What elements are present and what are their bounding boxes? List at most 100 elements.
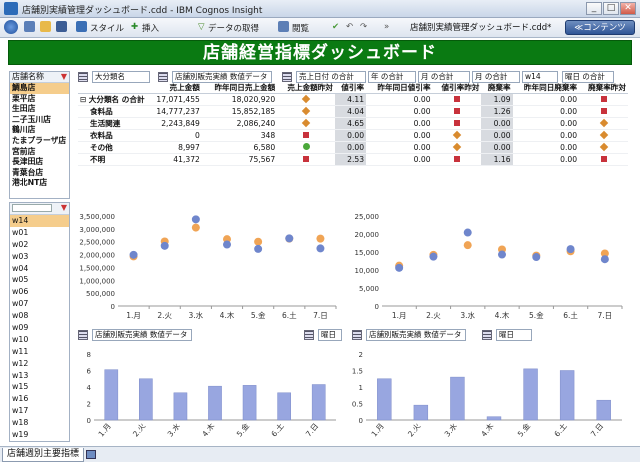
store-list-item[interactable]: 鶴川店 (10, 125, 69, 136)
column-header[interactable]: 昨年同日値引率 (366, 82, 433, 94)
store-list-item[interactable]: 青葉台店 (10, 168, 69, 179)
week-list-item[interactable]: w16 (10, 393, 69, 405)
maximize-button[interactable]: □ (603, 2, 619, 15)
measure-box[interactable]: 店舗別販売実績 数値データ (366, 329, 466, 341)
week-list-item[interactable]: w06 (10, 286, 69, 298)
row-label[interactable]: 生活関連 (78, 117, 147, 130)
week-list-item[interactable]: w18 (10, 417, 69, 429)
store-list-item[interactable]: 生田店 (10, 104, 69, 115)
grid-icon[interactable] (282, 72, 292, 82)
bottom-left-filter-bar: 店舗別販売実績 数値データ 曜日 (78, 328, 344, 342)
week-list-item[interactable]: w15 (10, 381, 69, 393)
column-header[interactable]: 廃棄率昨対 (579, 82, 628, 94)
week-list-item[interactable]: w08 (10, 310, 69, 322)
measure-box[interactable]: 店舗別販売実績 数値データ (92, 329, 192, 341)
week-list-item[interactable]: w02 (10, 239, 69, 251)
sheet-tab[interactable]: 店舗週別主要指標 (2, 448, 85, 462)
week-list-item[interactable]: w13 (10, 370, 69, 382)
insert-menu[interactable]: 挿入 (142, 22, 159, 34)
minimize-button[interactable]: _ (586, 2, 602, 15)
grid-icon[interactable] (78, 330, 88, 340)
week-list-item[interactable]: w01 (10, 227, 69, 239)
grid-icon[interactable] (304, 330, 314, 340)
column-header[interactable]: 値引率 (334, 82, 367, 94)
filter-icon[interactable]: ▼ (61, 72, 69, 82)
grid-icon[interactable] (352, 330, 362, 340)
week-list-item[interactable]: w11 (10, 346, 69, 358)
browse-menu[interactable]: 閲覧 (292, 22, 309, 34)
check-icon[interactable]: ✔ (332, 22, 339, 32)
y-tick-label: 2 (87, 401, 91, 409)
weekday-box[interactable]: 曜日 (496, 329, 532, 341)
y-tick-label: 1,000,000 (79, 277, 115, 285)
y-tick-label: 0.5 (352, 401, 363, 409)
row-label[interactable]: 衣料品 (78, 129, 147, 142)
data-point (463, 241, 472, 250)
table-row[interactable]: 不明 41,372 75,567 2.53 0.00 1.16 0.00 (78, 153, 628, 166)
weekday-box[interactable]: 曜日 (318, 329, 342, 341)
new-icon[interactable] (24, 21, 35, 32)
collapse-icon[interactable]: ⊟ (80, 95, 89, 104)
grid-icon[interactable] (158, 72, 168, 82)
week-list-item[interactable]: w09 (10, 322, 69, 334)
open-folder-icon[interactable] (40, 21, 51, 32)
column-header[interactable]: 値引率昨対 (432, 82, 482, 94)
column-header[interactable]: 売上金額 (146, 82, 202, 94)
close-button[interactable]: ✕ (620, 2, 636, 15)
waste-cell: 0.00 (481, 141, 513, 154)
row-label[interactable]: 不明 (78, 153, 147, 166)
week-search-input[interactable] (12, 203, 52, 212)
table-row[interactable]: 食料品 14,777,237 15,852,185 4.04 0.00 1.26 0.00 (78, 105, 628, 118)
grid-icon[interactable] (482, 330, 492, 340)
style-menu[interactable]: スタイル (90, 22, 124, 34)
row-label[interactable]: 食料品 (78, 105, 147, 118)
app-menu-icon[interactable] (4, 20, 18, 34)
store-list-item[interactable]: 二子玉川店 (10, 115, 69, 126)
column-header[interactable]: 昨年同日売上金額 (201, 82, 278, 94)
diamond-indicator-icon (599, 130, 608, 140)
week-list-item[interactable]: w03 (10, 251, 69, 263)
sales-yoy-cell (277, 105, 335, 118)
grid-icon[interactable] (78, 72, 88, 82)
column-header[interactable]: 廃棄率 (481, 82, 513, 94)
add-sheet-icon[interactable] (86, 450, 96, 459)
get-data-menu[interactable]: データの取得 (208, 22, 259, 34)
left-bar-chart: 8 6 4 2 0 1.月 2.火 3.水 4.木 5.金 6.土 7.日 (87, 351, 336, 439)
diamond-indicator-icon (301, 118, 311, 128)
save-icon[interactable] (56, 21, 67, 32)
week-list-item[interactable]: w12 (10, 358, 69, 370)
week-list-item[interactable]: w05 (10, 274, 69, 286)
undo-icon[interactable]: ↶ (346, 22, 353, 32)
filter-icon[interactable]: ▼ (61, 203, 69, 213)
week-list-item[interactable]: w04 (10, 263, 69, 275)
x-tick-label: 4.木 (220, 310, 235, 320)
row-label-text: 衣料品 (90, 131, 113, 140)
table-row[interactable]: 衣料品 0 348 0.00 0.00 0.00 0.00 (78, 129, 628, 142)
content-button[interactable]: ≪コンテンツ (565, 20, 635, 35)
row-label[interactable]: ⊟ 大分類名 の合計 (78, 93, 147, 106)
column-header[interactable]: 昨年同日廃棄率 (512, 82, 580, 94)
table-row[interactable]: 生活関連 2,243,849 2,086,240 4.65 0.00 0.00 0.00 (78, 117, 628, 130)
week-list-item[interactable]: w07 (10, 298, 69, 310)
week-list-item[interactable]: w17 (10, 405, 69, 417)
x-tick-label: 3.水 (442, 420, 459, 438)
table-row[interactable]: その他 8,997 6,580 0.00 0.00 0.00 0.00 (78, 141, 628, 154)
store-list-item[interactable]: 宮前店 (10, 147, 69, 158)
store-list-item[interactable]: 鯛島店 (10, 83, 69, 94)
store-list-item[interactable]: たまプラーザ店 (10, 136, 69, 147)
store-list-item[interactable]: 長津田店 (10, 157, 69, 168)
x-tick-label: 7.日 (304, 422, 320, 439)
ly-waste-cell: 0.00 (512, 105, 580, 118)
week-list-item[interactable]: w14 (10, 215, 69, 227)
week-list-item[interactable]: w19 (10, 429, 69, 441)
redo-icon[interactable]: ↷ (360, 22, 367, 32)
ly-waste-cell: 0.00 (512, 153, 580, 166)
store-list-item[interactable]: 港北NT店 (10, 178, 69, 189)
table-row[interactable]: ⊟ 大分類名 の合計 17,071,455 18,020,920 4.11 0.00 1.… (78, 93, 628, 106)
row-label[interactable]: その他 (78, 141, 147, 154)
week-list-item[interactable]: w10 (10, 334, 69, 346)
store-list-item[interactable]: 栗平店 (10, 94, 69, 105)
column-header[interactable]: 売上金額昨対 (277, 82, 335, 94)
x-tick-label: 5.金 (251, 310, 266, 320)
chevron-down-icon[interactable]: » (384, 22, 389, 32)
